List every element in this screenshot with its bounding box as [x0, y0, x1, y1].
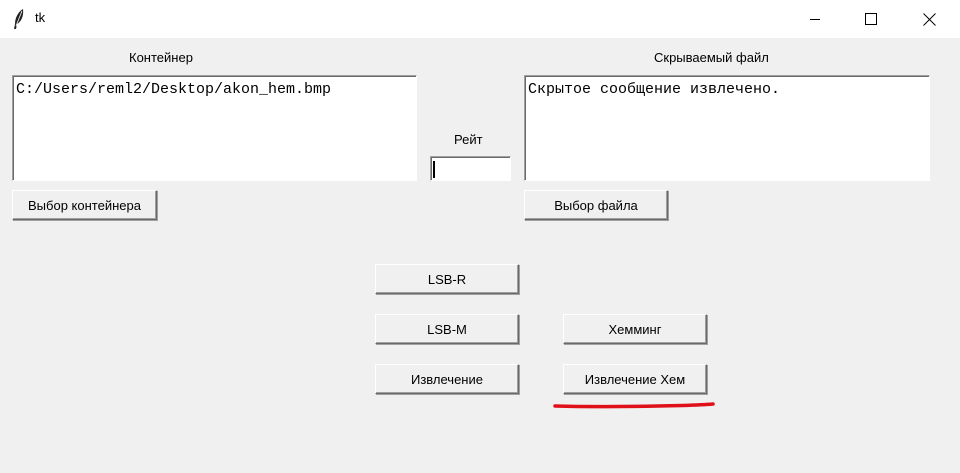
extract-button[interactable]: Извлечение	[375, 364, 519, 394]
select-container-button[interactable]: Выбор контейнера	[12, 190, 157, 220]
title-bar: tk	[0, 0, 960, 38]
feather-icon	[14, 9, 24, 29]
lsb-r-button[interactable]: LSB-R	[375, 264, 519, 294]
hamming-button[interactable]: Хемминг	[563, 314, 707, 344]
minimize-icon	[810, 19, 820, 20]
container-path-textbox[interactable]: C:/Users/reml2/Desktop/akon_hem.bmp	[12, 75, 417, 181]
hidden-file-label: Скрываемый файл	[654, 50, 769, 65]
minimize-button[interactable]	[786, 0, 844, 38]
rate-input[interactable]	[430, 156, 511, 181]
extract-hamming-button[interactable]: Извлечение Хем	[563, 364, 707, 394]
select-file-button[interactable]: Выбор файла	[524, 190, 668, 220]
rate-label: Рейт	[454, 132, 483, 147]
lsb-m-button[interactable]: LSB-M	[375, 314, 519, 344]
close-icon	[922, 12, 936, 26]
red-underline-annotation	[553, 402, 715, 409]
close-button[interactable]	[900, 0, 958, 38]
hidden-file-textbox[interactable]: Скрытое сообщение извлечено.	[524, 75, 930, 181]
window-title: tk	[35, 10, 46, 25]
text-caret	[433, 161, 435, 178]
maximize-button[interactable]	[842, 0, 900, 38]
maximize-icon	[865, 13, 877, 25]
container-label: Контейнер	[129, 50, 193, 65]
